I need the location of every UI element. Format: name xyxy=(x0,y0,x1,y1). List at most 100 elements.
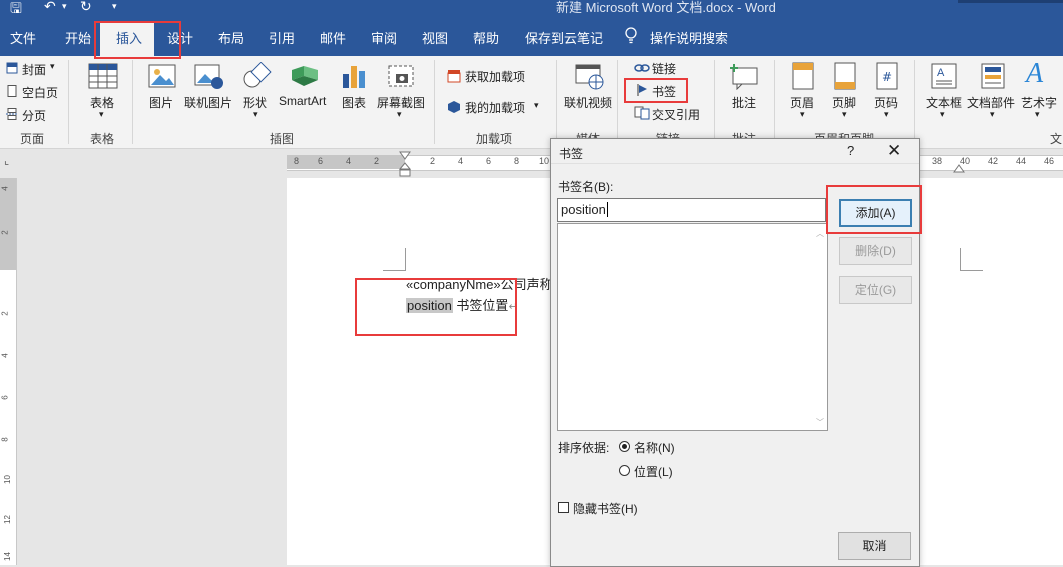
cover-page-icon xyxy=(6,62,18,74)
chart-button[interactable]: 图表 xyxy=(342,94,366,111)
chevron-down-icon: ▾ xyxy=(50,61,55,71)
group-label-illustrations: 插图 xyxy=(270,132,295,146)
ruler-number: 4 xyxy=(458,156,464,166)
separator xyxy=(774,60,775,144)
bookmark-list[interactable]: ︿ ﹀ xyxy=(557,223,828,431)
vertical-ruler-margin xyxy=(0,178,16,270)
sort-by-location-radio[interactable] xyxy=(619,465,630,476)
quick-parts-icon xyxy=(981,63,1005,89)
ruler-number: 6 xyxy=(0,395,10,400)
tab-layout[interactable]: 布局 xyxy=(218,28,244,47)
ruler-number: 2 xyxy=(374,156,380,166)
ruler-number: 10 xyxy=(2,475,12,484)
online-video-button[interactable]: 联机视频 xyxy=(564,94,612,111)
picture-button[interactable]: 图片 xyxy=(149,94,173,111)
chevron-down-icon: ▾ xyxy=(99,109,104,119)
smartart-icon xyxy=(292,66,318,86)
textbox-icon: A xyxy=(931,63,957,89)
sort-label: 排序依据: xyxy=(558,441,610,455)
separator xyxy=(132,60,133,144)
link-icon xyxy=(634,64,650,72)
cross-reference-button[interactable]: 交叉引用 xyxy=(652,106,700,123)
online-picture-button[interactable]: 联机图片 xyxy=(184,94,232,111)
chevron-down-icon: ▾ xyxy=(800,109,805,119)
ruler-number: 8 xyxy=(294,156,300,166)
separator xyxy=(556,60,557,144)
ruler-number: 12 xyxy=(2,515,12,524)
get-addins-button[interactable]: 获取加载项 xyxy=(465,68,525,85)
tab-review[interactable]: 审阅 xyxy=(371,28,397,47)
tab-selector[interactable]: ⌞ xyxy=(0,149,22,177)
page-number-icon: # xyxy=(876,62,898,90)
help-button[interactable]: ? xyxy=(847,143,854,158)
window-controls[interactable] xyxy=(958,0,1063,3)
smartart-button[interactable]: SmartArt xyxy=(279,94,326,108)
sort-by-name-radio[interactable] xyxy=(619,441,630,452)
cover-page-button[interactable]: 封面 xyxy=(22,61,46,78)
annotation-insert-tab xyxy=(94,21,181,59)
separator xyxy=(68,60,69,144)
ruler-number: 10 xyxy=(539,156,550,166)
delete-button[interactable]: 删除(D) xyxy=(839,237,912,265)
bookmark-name-label: 书签名(B): xyxy=(558,180,614,194)
ruler-number: 2 xyxy=(0,230,10,235)
ruler-number: 38 xyxy=(932,156,943,166)
ruler-number: 4 xyxy=(346,156,352,166)
link-button[interactable]: 链接 xyxy=(652,60,676,77)
bookmark-name-input[interactable]: position xyxy=(557,198,826,222)
scroll-down-icon[interactable]: ﹀ xyxy=(816,417,824,428)
hidden-bookmarks-label[interactable]: 隐藏书签(H) xyxy=(573,500,638,517)
hidden-bookmarks-checkbox[interactable] xyxy=(558,502,569,513)
annotation-add-button xyxy=(826,185,922,234)
cancel-button[interactable]: 取消 xyxy=(838,532,911,560)
comment-button[interactable]: 批注 xyxy=(732,94,756,111)
ruler-number: 14 xyxy=(2,552,12,561)
my-addins-icon xyxy=(448,101,460,113)
sort-by-name-label[interactable]: 名称(N) xyxy=(634,439,675,456)
ruler-number: 4 xyxy=(0,353,10,358)
tab-save-to-cloud-note[interactable]: 保存到云笔记 xyxy=(525,28,603,47)
chevron-down-icon: ▾ xyxy=(842,109,847,119)
chevron-down-icon: ▾ xyxy=(940,109,945,119)
annotation-bookmark-button xyxy=(624,78,688,103)
chevron-down-icon: ▾ xyxy=(253,109,258,119)
tab-help[interactable]: 帮助 xyxy=(473,28,499,47)
group-label-text: 文 xyxy=(1050,132,1063,146)
crop-mark xyxy=(960,248,983,271)
ruler-number: 46 xyxy=(1044,156,1055,166)
redo-icon[interactable]: ↻ xyxy=(80,0,92,15)
tab-home[interactable]: 开始 xyxy=(65,28,91,47)
customize-qat-icon[interactable]: ▾ xyxy=(112,1,117,12)
close-icon[interactable]: ✕ xyxy=(887,141,901,161)
title-bar: 🖫 ↶ ▾ ↻ ▾ 新建 Microsoft Word 文档.docx - Wo… xyxy=(0,0,1063,16)
lightbulb-icon xyxy=(625,27,637,44)
separator xyxy=(617,60,618,144)
page-break-button[interactable]: 分页 xyxy=(22,107,46,124)
indent-marker[interactable] xyxy=(399,151,411,179)
store-icon xyxy=(447,70,461,83)
screenshot-icon xyxy=(388,65,414,87)
ruler-number: 2 xyxy=(430,156,436,166)
annotation-document-text xyxy=(355,278,517,336)
tab-file[interactable]: 文件 xyxy=(10,28,36,47)
right-indent-marker[interactable] xyxy=(953,163,965,173)
blank-page-button[interactable]: 空白页 xyxy=(22,84,58,101)
sort-by-location-label[interactable]: 位置(L) xyxy=(634,463,673,480)
online-picture-icon xyxy=(194,64,223,89)
tell-me-search[interactable]: 操作说明搜索 xyxy=(650,28,728,47)
tab-view[interactable]: 视图 xyxy=(422,28,448,47)
undo-icon[interactable]: ↶ xyxy=(44,0,56,15)
scroll-up-icon[interactable]: ︿ xyxy=(816,228,824,239)
tab-mailings[interactable]: 邮件 xyxy=(320,28,346,47)
chevron-down-icon: ▾ xyxy=(1035,109,1040,119)
header-icon xyxy=(792,62,814,90)
goto-button[interactable]: 定位(G) xyxy=(839,276,912,304)
tab-references[interactable]: 引用 xyxy=(269,28,295,47)
crop-mark xyxy=(383,248,406,271)
svg-text:#: # xyxy=(882,70,892,84)
ruler-number: 4 xyxy=(0,186,10,191)
my-addins-button[interactable]: 我的加载项 xyxy=(465,99,525,116)
svg-text:A: A xyxy=(937,67,945,79)
undo-dropdown-icon[interactable]: ▾ xyxy=(62,1,67,12)
ruler-number: 6 xyxy=(318,156,324,166)
